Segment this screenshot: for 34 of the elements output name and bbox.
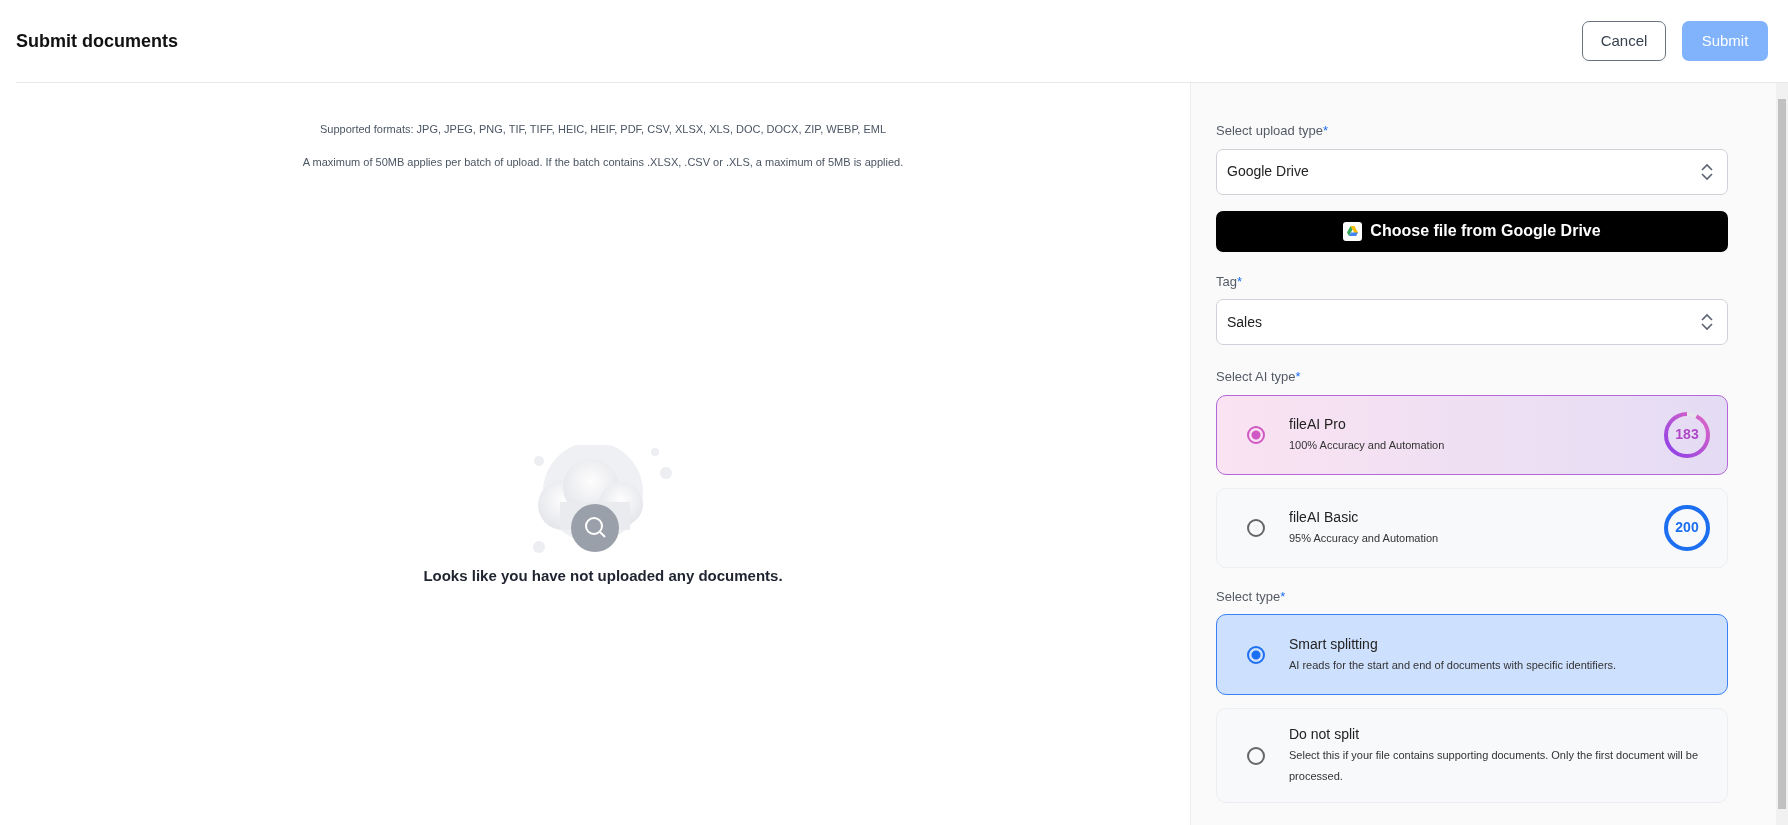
option-card[interactable]: fileAI Basic 95% Accuracy and Automation 200 [1216,487,1728,568]
option-description: 95% Accuracy and Automation [1289,530,1440,546]
option-card[interactable]: Do not split Select this if your file contains supporting documents. Only the first document will be processed. [1216,708,1728,803]
field-label: Select AI type* [1216,368,1302,386]
updown-chevron-icon [1701,162,1713,181]
option-title: Do not split [1289,725,1361,745]
option-title: fileAI Basic [1289,507,1360,527]
select-field[interactable]: Sales [1216,299,1728,345]
updown-chevron-icon [1701,313,1713,331]
cancel-button[interactable]: Cancel [1582,21,1666,61]
select-field[interactable]: Google Drive [1216,148,1728,195]
page-title: Submit documents [16,29,178,53]
scrollbar[interactable] [1776,83,1788,825]
field-label: Tag* [1216,272,1244,291]
option-description: Select this if your file contains supporting documents. Only the first document will be processed. [1289,748,1700,784]
radio-button[interactable] [1247,746,1265,765]
usage-count: 200 [1675,518,1699,537]
option-title: Smart splitting [1289,634,1379,654]
upload-limit-text: A maximum of 50MB applies per batch of upload. If the batch contains .XLSX, .CSV or .XLS, a maximum of 5MB is applied. [302,154,904,170]
field-label: Select type* [1216,587,1287,606]
radio-button[interactable] [1247,518,1265,537]
option-title: fileAI Pro [1289,414,1347,434]
option-card[interactable]: fileAI Pro 100% Accuracy and Automation 183 [1216,394,1728,475]
supported-formats-text: Supported formats: JPG, JPEG, PNG, TIF, TIFF, HEIC, HEIF, PDF, CSV, XLSX, XLS, DOC, DOCX, ZIP, WEBP, EML [319,122,887,137]
option-description: AI reads for the start and end of documents with specific identifiers. [1289,657,1618,673]
radio-button[interactable] [1247,645,1265,664]
radio-button[interactable] [1247,425,1265,444]
field-label: Select upload type* [1216,122,1330,140]
drive-icon [1343,221,1363,241]
empty-state-message: Looks like you have not uploaded any documents. [423,566,783,586]
option-description: 100% Accuracy and Automation [1289,437,1446,453]
usage-count: 183 [1675,425,1699,444]
option-card[interactable]: Smart splitting AI reads for the start and end of documents with specific identifiers. [1216,614,1728,695]
google-drive-button[interactable]: Choose file from Google Drive [1216,210,1728,252]
